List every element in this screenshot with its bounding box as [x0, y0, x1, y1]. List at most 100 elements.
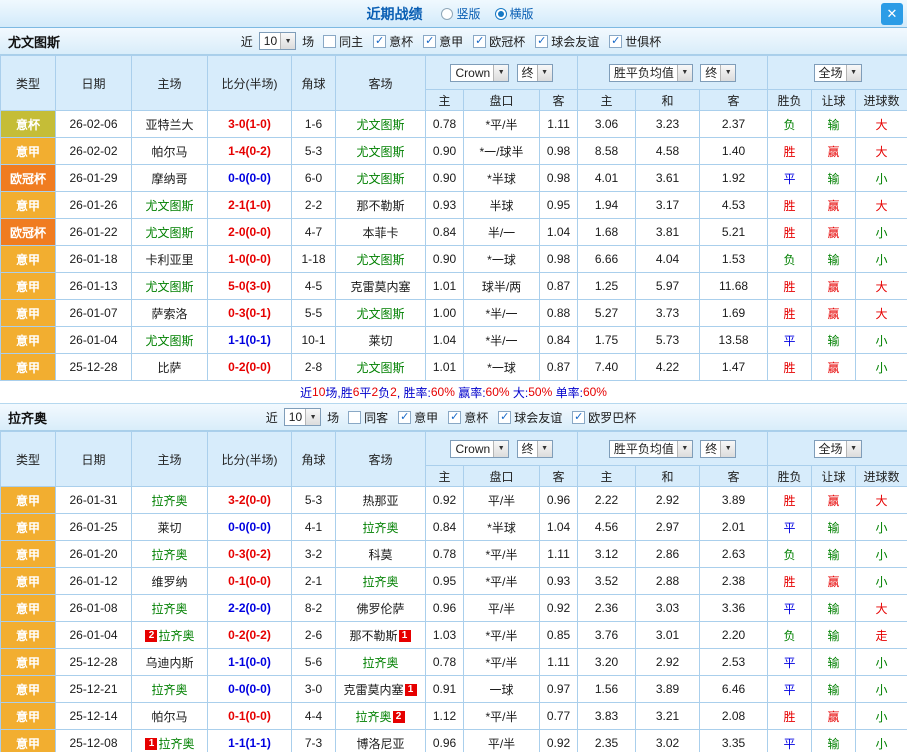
handicap-odds-away: 0.95: [538, 191, 579, 219]
checkbox-icon[interactable]: ✓: [423, 34, 437, 48]
away-team: 尤文图斯: [335, 353, 426, 381]
team-name-text: 拉齐奥: [151, 493, 188, 508]
summary-segment: 赢率:: [454, 385, 486, 400]
result-wdl: 胜: [767, 272, 813, 300]
corner-score: 1-18: [291, 245, 336, 273]
layout-radio-1[interactable]: 横版: [494, 5, 534, 22]
away-team: 尤文图斯: [335, 245, 426, 273]
team-name-text: 尤文图斯: [356, 360, 405, 375]
avg-group-header: 胜平负均值 ▼ 终 ▼: [577, 431, 769, 466]
result-handicap: 输: [811, 110, 857, 138]
avg-odds-away: 3.89: [699, 486, 769, 514]
match-date: 25-12-14: [55, 702, 132, 730]
corner-score: 5-5: [291, 299, 336, 327]
red-card-badge: 1: [404, 684, 417, 697]
avg-odds-draw: 2.97: [635, 513, 701, 541]
filter-checkbox-3[interactable]: ✓ 球会友谊: [498, 409, 562, 426]
sub-header-handicap-away: 客: [538, 465, 579, 487]
handicap-odds-away: 0.98: [538, 164, 579, 192]
checkbox-icon[interactable]: ✓: [448, 410, 462, 424]
checkbox-icon[interactable]: ✓: [473, 34, 487, 48]
filter-checkbox-4[interactable]: ✓ 欧罗巴杯: [572, 409, 636, 426]
radio-icon[interactable]: [441, 7, 454, 20]
corner-score: 4-5: [291, 272, 336, 300]
avg-odds-away: 2.01: [699, 513, 769, 541]
handicap-time-select[interactable]: 终 ▼: [516, 63, 553, 82]
avg-odds-away: 1.47: [699, 353, 769, 381]
handicap-odds-away: 0.92: [538, 729, 579, 752]
handicap-odds-home: 0.95: [425, 567, 464, 595]
checkbox-icon[interactable]: ✓: [398, 410, 412, 424]
chevron-down-icon: ▼: [493, 64, 509, 81]
match-date: 26-01-26: [55, 191, 132, 219]
radio-dot: [497, 10, 504, 17]
recent-count-select[interactable]: 10 ▼: [283, 408, 322, 426]
checkbox-icon[interactable]: ✓: [373, 34, 387, 48]
competition-type: 意甲: [0, 486, 56, 514]
summary-segment: 50%: [528, 385, 553, 399]
close-button[interactable]: ✕: [881, 3, 903, 25]
checkbox-icon[interactable]: ✓: [609, 34, 623, 48]
competition-type: 意杯: [0, 110, 56, 138]
result-goals: 小: [855, 353, 907, 381]
match-score: 0-3(0-1): [207, 299, 292, 327]
layout-radio-0[interactable]: 竖版: [441, 5, 481, 22]
home-team: 尤文图斯: [131, 218, 208, 246]
match-date: 26-01-20: [55, 540, 132, 568]
corner-score: 8-2: [291, 594, 336, 622]
filter-checkbox-0[interactable]: 同主: [323, 33, 363, 50]
avg-time-select[interactable]: 终 ▼: [700, 63, 737, 82]
team-name-text: 克雷莫内塞: [343, 682, 404, 697]
filter-checkbox-0[interactable]: 同客: [348, 409, 388, 426]
checkbox-icon[interactable]: ✓: [498, 410, 512, 424]
sub-header-result-handicap: 让球: [811, 89, 857, 111]
fulltime-select[interactable]: 全场 ▼: [813, 63, 862, 82]
handicap-time-select[interactable]: 终 ▼: [516, 439, 553, 458]
avg-odds-select[interactable]: 胜平负均值 ▼: [608, 63, 693, 82]
summary-segment: 大:: [509, 385, 529, 400]
filter-checkbox-2[interactable]: ✓ 意甲: [423, 33, 463, 50]
match-row: 意甲 26-01-31 拉齐奥 3-2(0-0) 5-3 热那亚 0.92 平/半 0.96 2.…: [0, 486, 907, 514]
result-handicap: 赢: [811, 702, 857, 730]
result-handicap: 赢: [811, 191, 857, 219]
avg-time-select[interactable]: 终 ▼: [700, 439, 737, 458]
away-team: 拉齐奥 2: [335, 702, 426, 730]
match-date: 25-12-28: [55, 648, 132, 676]
handicap-odds-away: 0.93: [538, 567, 579, 595]
handicap-line: *一球: [463, 245, 540, 273]
match-row: 欧冠杯 26-01-22 尤文图斯 2-0(0-0) 4-7 本菲卡 0.84 半/一 1.04…: [0, 218, 907, 246]
checkbox-icon[interactable]: [323, 34, 337, 48]
checkbox-icon[interactable]: ✓: [572, 410, 586, 424]
checkbox-icon[interactable]: [348, 410, 362, 424]
red-card-badge: 1: [145, 738, 158, 751]
handicap-line: *平/半: [463, 540, 540, 568]
radio-icon[interactable]: [494, 7, 507, 20]
filter-games-label: 场: [302, 34, 315, 49]
summary-segment: 2: [371, 385, 379, 399]
filter-checkbox-4[interactable]: ✓ 球会友谊: [535, 33, 599, 50]
avg-odds-select[interactable]: 胜平负均值 ▼: [608, 439, 693, 458]
corner-score: 7-3: [291, 729, 336, 752]
result-goals: 小: [855, 675, 907, 703]
filter-checkbox-5[interactable]: ✓ 世俱杯: [609, 33, 661, 50]
result-handicap: 输: [811, 513, 857, 541]
red-card-badge: 2: [392, 711, 405, 724]
recent-count-select[interactable]: 10 ▼: [258, 32, 297, 50]
away-team: 那不勒斯 1: [335, 621, 426, 649]
bookmaker-select[interactable]: Crown ▼: [450, 439, 510, 458]
filter-checkbox-1[interactable]: ✓ 意杯: [373, 33, 413, 50]
competition-type: 欧冠杯: [0, 164, 56, 192]
filter-option-label: 意甲: [439, 34, 464, 49]
checkbox-icon[interactable]: ✓: [535, 34, 549, 48]
filter-checkbox-2[interactable]: ✓ 意杯: [448, 409, 488, 426]
handicap-odds-home: 1.00: [425, 299, 464, 327]
home-team: 尤文图斯: [131, 272, 208, 300]
filter-checkbox-1[interactable]: ✓ 意甲: [398, 409, 438, 426]
bookmaker-select[interactable]: Crown ▼: [450, 63, 510, 82]
sub-header-avg-away: 客: [699, 89, 769, 111]
fulltime-select[interactable]: 全场 ▼: [813, 439, 862, 458]
summary-segment: 60%: [582, 385, 607, 399]
filter-checkbox-3[interactable]: ✓ 欧冠杯: [473, 33, 525, 50]
avg-odds-home: 1.68: [577, 218, 637, 246]
sub-header-handicap-away: 客: [538, 89, 579, 111]
